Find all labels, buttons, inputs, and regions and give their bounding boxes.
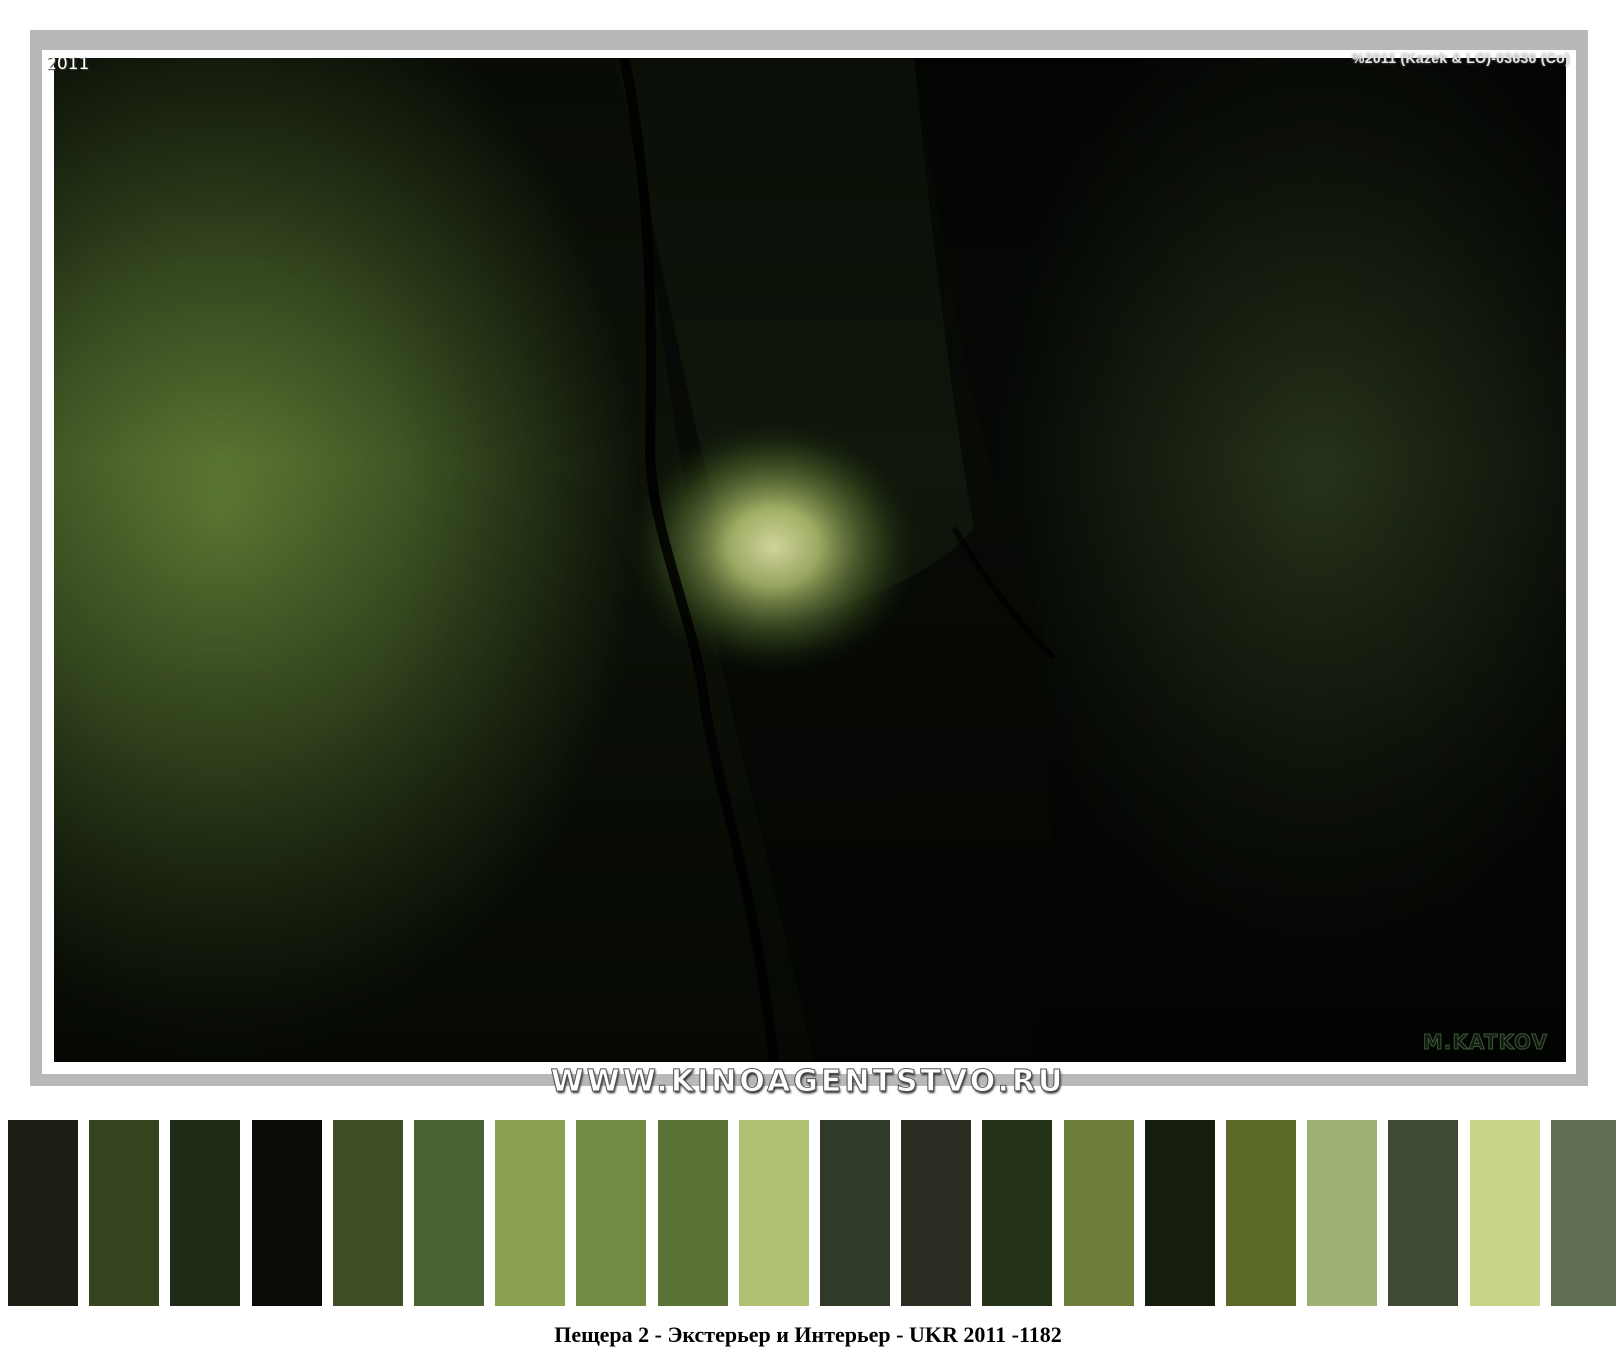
copyright-text: %2011 (Kazek & LO)-03636 (Co) [1351, 50, 1570, 66]
palette-swatch [1388, 1120, 1458, 1306]
photo-frame: M.KATKOV 2011 %2011 (Kazek & LO)-03636 (… [30, 30, 1588, 1086]
palette-swatch [1226, 1120, 1296, 1306]
palette-swatch [252, 1120, 322, 1306]
palette-swatch [820, 1120, 890, 1306]
cave-photo: M.KATKOV [54, 58, 1566, 1062]
photo-mat: M.KATKOV 2011 %2011 (Kazek & LO)-03636 (… [42, 50, 1576, 1074]
palette-swatch [495, 1120, 565, 1306]
palette-swatch [576, 1120, 646, 1306]
photo-caption: Пещера 2 - Экстерьер и Интерьер - UKR 20… [554, 1322, 1062, 1347]
author-signature: M.KATKOV [1422, 1030, 1548, 1055]
palette-swatch [1145, 1120, 1215, 1306]
year-tag: 2011 [46, 54, 90, 74]
palette-swatch [1064, 1120, 1134, 1306]
palette-swatch [739, 1120, 809, 1306]
site-url-banner[interactable]: WWW.KINOAGENTSTVO.RU [0, 1064, 1616, 1100]
palette-swatch [333, 1120, 403, 1306]
palette-swatch [1307, 1120, 1377, 1306]
palette-swatch [89, 1120, 159, 1306]
palette-swatch [170, 1120, 240, 1306]
color-palette [8, 1120, 1616, 1306]
palette-swatch [8, 1120, 78, 1306]
palette-swatch [414, 1120, 484, 1306]
palette-swatch [901, 1120, 971, 1306]
cave-photo-image [54, 58, 1566, 1062]
palette-swatch [982, 1120, 1052, 1306]
palette-swatch [658, 1120, 728, 1306]
palette-swatch [1551, 1120, 1616, 1306]
palette-swatch [1470, 1120, 1540, 1306]
